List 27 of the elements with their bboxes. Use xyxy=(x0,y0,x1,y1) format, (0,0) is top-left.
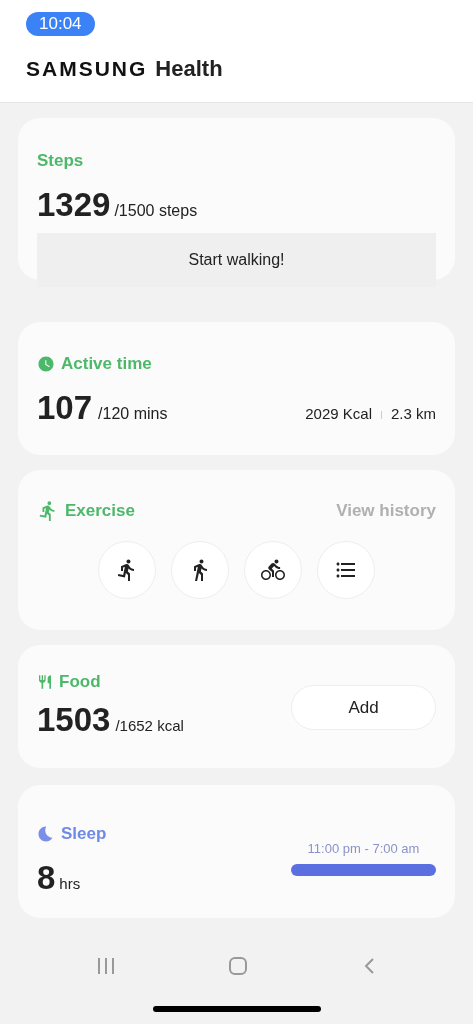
card-title: Active time xyxy=(61,353,152,375)
status-time: 10:04 xyxy=(26,12,95,36)
card-title: Exercise xyxy=(65,500,135,522)
sleep-time-range: 11:00 pm - 7:00 am xyxy=(307,840,420,858)
steps-goal: /1500 steps xyxy=(114,200,198,221)
calories-value: 2029 Kcal xyxy=(305,403,372,424)
brand-logo: SAMSUNG xyxy=(26,56,148,82)
active-goal: /120 mins xyxy=(98,403,168,424)
home-icon[interactable] xyxy=(228,956,249,976)
back-icon[interactable] xyxy=(362,957,377,975)
distance-value: 2.3 km xyxy=(391,403,436,424)
bicycle-icon xyxy=(261,557,285,582)
add-food-button[interactable]: Add xyxy=(291,685,436,730)
card-title: Sleep xyxy=(61,823,107,845)
moon-icon xyxy=(37,824,55,843)
steps-count: 1329 xyxy=(37,184,111,225)
card-title: Steps xyxy=(37,150,85,172)
recent-apps-icon[interactable] xyxy=(96,957,115,975)
sleep-unit: hrs xyxy=(59,873,81,894)
food-calories: 1503 xyxy=(37,699,111,740)
app-title: Health xyxy=(155,55,223,83)
card-title: Food xyxy=(59,671,101,693)
sleep-hours: 8 xyxy=(37,857,56,898)
fork-knife-icon xyxy=(37,673,53,690)
clock-icon xyxy=(37,354,55,373)
food-goal: /1652 kcal xyxy=(115,715,184,736)
active-minutes: 107 xyxy=(37,387,93,428)
